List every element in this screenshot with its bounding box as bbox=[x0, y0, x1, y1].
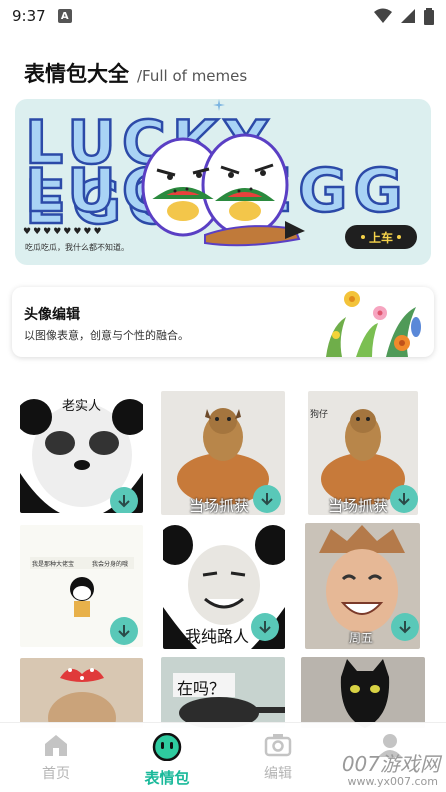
nav-label: 编辑 bbox=[264, 766, 292, 782]
banner-cta-button[interactable]: 上车 bbox=[345, 225, 417, 249]
banner-cta-label: 上车 bbox=[368, 230, 393, 245]
meme-card[interactable]: 在吗？ bbox=[161, 657, 285, 728]
nav-label: 首页 bbox=[42, 766, 70, 782]
arrow-down-icon bbox=[118, 625, 130, 638]
egg-characters-illustration bbox=[141, 133, 305, 247]
meme-caption: 在吗？ bbox=[177, 679, 226, 698]
dot-icon bbox=[397, 235, 401, 239]
meme-card[interactable]: 我纯路人 bbox=[163, 523, 285, 649]
bunny-meme-image bbox=[48, 668, 116, 728]
meme-card[interactable]: 老实人 bbox=[20, 393, 143, 513]
meme-caption: 周五 bbox=[349, 631, 374, 645]
page-title: 表情包大全 bbox=[24, 62, 129, 86]
arrow-down-icon bbox=[118, 495, 130, 508]
watermark-url: www.yx007.com bbox=[347, 775, 438, 788]
banner-hearts: ♥♥♥♥♥♥♥♥ bbox=[23, 227, 104, 237]
status-icons bbox=[374, 7, 434, 25]
arrow-down-icon bbox=[399, 621, 411, 634]
notification-a-icon: A bbox=[57, 9, 72, 23]
avatar-edit-card[interactable]: 头像编辑 以图像表意，创意与个性的融合。 bbox=[12, 287, 434, 357]
arrow-down-icon bbox=[259, 621, 271, 634]
meme-caption-secondary: 我会分身的哦 bbox=[92, 561, 129, 568]
meme-card[interactable]: 我是那种大佬宝 我会分身的哦 bbox=[20, 525, 143, 647]
download-button[interactable] bbox=[110, 617, 138, 645]
meme-card[interactable] bbox=[20, 658, 143, 728]
arrow-down-icon bbox=[261, 493, 273, 506]
download-button[interactable] bbox=[110, 487, 138, 513]
meme-caption: 老实人 bbox=[62, 399, 102, 414]
page-subtitle: /Full of memes bbox=[137, 67, 248, 85]
wifi-icon bbox=[374, 8, 392, 23]
avatar-edit-description: 以图像表意，创意与个性的融合。 bbox=[24, 329, 189, 342]
home-icon bbox=[45, 735, 67, 756]
download-button[interactable] bbox=[253, 485, 281, 513]
nav-item-home[interactable]: 首页 bbox=[16, 733, 96, 783]
meme-card[interactable]: 周五 bbox=[305, 523, 420, 649]
nav-item-memes[interactable]: 表情包 bbox=[127, 733, 207, 788]
watermark-brand: 007游戏网 bbox=[341, 752, 440, 776]
download-button[interactable] bbox=[391, 613, 419, 641]
cartoon-boy-image bbox=[70, 577, 94, 617]
banner-caption: 吃瓜吃瓜，我什么都不知道。 bbox=[25, 243, 129, 252]
meme-tag: 狗仔 bbox=[310, 410, 329, 420]
meme-caption: 我是那种大佬宝 bbox=[32, 561, 75, 568]
meme-caption: 当场抓获 bbox=[189, 497, 250, 515]
battery-icon bbox=[424, 7, 434, 25]
download-button[interactable] bbox=[251, 613, 279, 641]
dot-icon bbox=[360, 235, 365, 239]
meme-card[interactable]: 狗仔 当场抓获 bbox=[308, 391, 418, 515]
nav-label: 表情包 bbox=[144, 769, 190, 787]
black-cat-meme-image bbox=[340, 659, 390, 728]
meme-card[interactable]: 当场抓获 bbox=[161, 391, 285, 515]
meme-caption: 当场抓获 bbox=[328, 497, 389, 515]
signal-icon bbox=[401, 9, 415, 23]
arrow-down-icon bbox=[398, 493, 410, 506]
lucky-egg-banner[interactable]: LUCKY EGG LUCK EGG ♥♥♥♥♥♥♥♥ 吃瓜吃瓜，我什么都不知道… bbox=[15, 99, 431, 265]
page-header: 表情包大全 /Full of memes bbox=[24, 58, 247, 88]
status-bar: 9:37 A bbox=[0, 0, 446, 32]
emoji-face-icon bbox=[152, 733, 182, 761]
avatar-edit-title: 头像编辑 bbox=[24, 307, 80, 323]
nav-item-edit[interactable]: 编辑 bbox=[238, 733, 318, 783]
meme-card[interactable] bbox=[301, 657, 425, 728]
status-time: 9:37 bbox=[12, 7, 46, 25]
download-button[interactable] bbox=[390, 485, 418, 513]
meme-caption: 我纯路人 bbox=[185, 627, 250, 646]
flowers-illustration bbox=[326, 291, 421, 357]
camera-icon bbox=[264, 734, 292, 757]
